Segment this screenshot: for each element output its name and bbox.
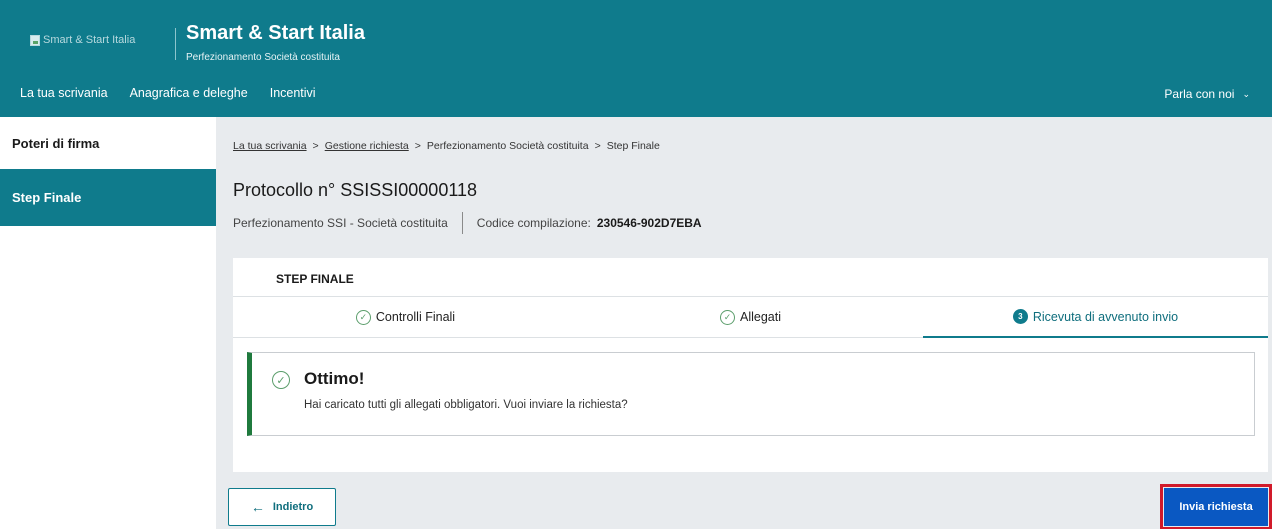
- check-circle-icon: ✓: [355, 309, 371, 325]
- brand-title[interactable]: Smart & Start Italia: [186, 22, 365, 45]
- breadcrumb-link-gestione[interactable]: Gestione richiesta: [325, 140, 409, 152]
- tab-controlli-finali[interactable]: ✓ Controlli Finali: [233, 297, 578, 338]
- breadcrumb: La tua scrivania > Gestione richiesta > …: [233, 140, 660, 152]
- success-alert: ✓ Ottimo! Hai caricato tutti gli allegat…: [247, 352, 1255, 436]
- breadcrumb-item-current: Step Finale: [606, 140, 660, 152]
- nav-item-incentivi[interactable]: Incentivi: [270, 86, 316, 100]
- contact-dropdown[interactable]: Parla con noi ⌄: [1164, 87, 1250, 101]
- back-button[interactable]: ← Indietro: [228, 488, 336, 526]
- sidebar-item-poteri-firma[interactable]: Poteri di firma: [0, 117, 216, 169]
- tab-label: Controlli Finali: [375, 310, 456, 324]
- nav-item-scrivania[interactable]: La tua scrivania: [20, 86, 108, 100]
- arrow-left-icon: ←: [250, 499, 265, 515]
- alert-text: Hai caricato tutti gli allegati obbligat…: [304, 399, 628, 411]
- header-divider: [175, 28, 176, 60]
- request-meta: Perfezionamento SSI - Società costituita…: [233, 212, 702, 234]
- check-circle-icon: ✓: [720, 309, 735, 325]
- breadcrumb-separator: >: [414, 140, 421, 152]
- app-header: Smart & Start Italia Smart & Start Itali…: [0, 0, 1272, 117]
- contact-label: Parla con noi: [1164, 87, 1235, 101]
- breadcrumb-separator: >: [312, 140, 319, 152]
- brand-subtitle: Perfezionamento Società costituita: [186, 52, 340, 63]
- submit-request-button[interactable]: Invia richiesta: [1160, 484, 1272, 529]
- tab-label: Allegati: [740, 310, 781, 324]
- step-panel: STEP FINALE ✓ Controlli Finali ✓ Allegat…: [233, 258, 1268, 472]
- page-title: Protocollo n° SSISSI00000118: [233, 180, 478, 200]
- alert-title: Ottimo!: [304, 369, 365, 388]
- step-tabs: ✓ Controlli Finali ✓ Allegati 3 Ricevuta…: [233, 296, 1268, 338]
- tab-allegati[interactable]: ✓ Allegati: [578, 297, 923, 338]
- sidebar: Poteri di firma Step Finale: [0, 117, 216, 529]
- code-label: Codice compilazione:: [476, 216, 591, 230]
- submit-button-label: Invia richiesta: [1179, 501, 1253, 513]
- back-button-label: Indietro: [272, 501, 314, 513]
- check-circle-icon: ✓: [272, 371, 290, 389]
- nav-item-anagrafica[interactable]: Anagrafica e deleghe: [130, 86, 248, 100]
- sidebar-item-step-finale[interactable]: Step Finale: [0, 169, 216, 226]
- sidebar-item-label: Poteri di firma: [12, 135, 100, 151]
- breadcrumb-separator: >: [594, 140, 601, 152]
- broken-image-icon: [30, 34, 40, 46]
- chevron-down-icon: ⌄: [1242, 88, 1250, 99]
- tab-label: Ricevuta di avvenuto invio: [1032, 309, 1179, 324]
- sidebar-item-label: Step Finale: [12, 190, 82, 205]
- breadcrumb-item-perfezionamento: Perfezionamento Società costituita: [426, 140, 589, 152]
- step-panel-title: STEP FINALE: [276, 272, 354, 286]
- code-value: 230546-902D7EBA: [596, 216, 702, 230]
- brand-logo[interactable]: Smart & Start Italia: [30, 34, 135, 46]
- step-number-icon: 3: [1012, 309, 1028, 324]
- breadcrumb-link-scrivania[interactable]: La tua scrivania: [233, 140, 307, 152]
- meta-divider: [461, 212, 463, 234]
- main-nav: La tua scrivania Anagrafica e deleghe In…: [20, 86, 316, 100]
- request-type: Perfezionamento SSI - Società costituita: [233, 216, 448, 230]
- logo-alt-text: Smart & Start Italia: [43, 34, 136, 46]
- tab-ricevuta-invio[interactable]: 3 Ricevuta di avvenuto invio: [923, 297, 1268, 338]
